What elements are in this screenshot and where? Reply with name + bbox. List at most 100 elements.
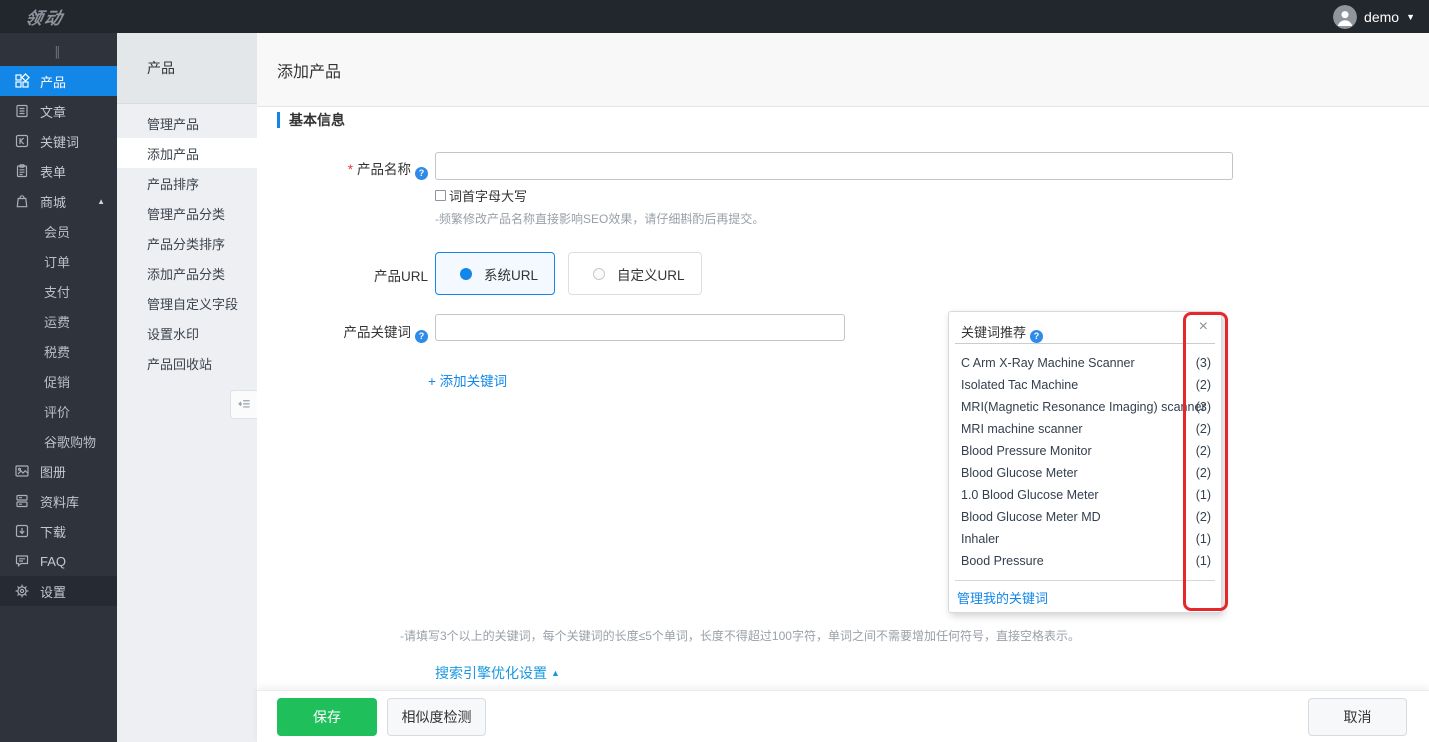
keyword-text: 1.0 Blood Glucose Meter: [961, 484, 1099, 506]
keyword-count: (1): [1196, 484, 1211, 506]
secondary-sidebar-header: 产品: [117, 33, 257, 104]
seo-settings-toggle[interactable]: 搜索引擎优化设置▲: [435, 663, 560, 683]
chevron-up-icon: ▲: [551, 668, 560, 678]
secondary-collapse-button[interactable]: [230, 390, 257, 419]
sidebar-item-shipping[interactable]: 运费: [0, 306, 117, 336]
submenu-item-manage-products[interactable]: 管理产品: [117, 108, 257, 138]
keyword-suggestion-row[interactable]: Blood Pressure Monitor(2): [949, 440, 1221, 462]
sidebar-item-label: 下载: [40, 522, 66, 541]
keyword-suggestion-row[interactable]: Blood Glucose Meter MD (2): [949, 506, 1221, 528]
user-menu[interactable]: demo ▼: [1333, 0, 1415, 33]
submenu-item-label: 产品分类排序: [147, 234, 225, 253]
keyword-suggestion-row[interactable]: C Arm X-Ray Machine Scanner(3): [949, 352, 1221, 374]
sidebar-item-label: 商城: [40, 192, 66, 211]
keyword-suggestion-row[interactable]: Inhaler(1): [949, 528, 1221, 550]
sidebar-menu: 产品文章关键词表单商城▲会员订单支付运费税费促销评价谷歌购物图册资料库下载 FAQ…: [0, 66, 117, 606]
submenu-item-manage-product-categories[interactable]: 管理产品分类: [117, 198, 257, 228]
sidebar-item-members[interactable]: 会员: [0, 216, 117, 246]
radio-selected-icon: [460, 268, 472, 280]
keyword-count: (2): [1196, 506, 1211, 528]
sidebar-item-settings[interactable]: 设置: [0, 576, 117, 606]
product-name-input[interactable]: [435, 152, 1233, 180]
top-bar: 领动 demo ▼: [0, 0, 1429, 33]
sidebar-item-label: 支付: [44, 282, 70, 301]
avatar-icon: [1333, 5, 1357, 29]
product-url-label: 产品URL: [240, 265, 428, 285]
sidebar-item-promotion[interactable]: 促销: [0, 366, 117, 396]
sidebar-item-payment[interactable]: 支付: [0, 276, 117, 306]
sidebar-item-articles[interactable]: 文章: [0, 96, 117, 126]
keyword-count: (2): [1196, 418, 1211, 440]
close-icon[interactable]: ×: [1199, 319, 1208, 335]
popup-divider: [955, 343, 1215, 344]
popup-title: 关键词推荐?: [961, 322, 1043, 343]
sidebar-item-label: 运费: [44, 312, 70, 331]
submenu-item-product-category-sort[interactable]: 产品分类排序: [117, 228, 257, 258]
capitalize-checkbox[interactable]: [435, 190, 446, 201]
sidebar-item-label: 产品: [40, 72, 66, 91]
sidebar-item-tax[interactable]: 税费: [0, 336, 117, 366]
sidebar-item-keywords[interactable]: 关键词: [0, 126, 117, 156]
sidebar-item-label: 谷歌购物: [44, 432, 96, 451]
sidebar-item-label: 图册: [40, 462, 66, 481]
keyword-suggestion-row[interactable]: MRI machine scanner (2): [949, 418, 1221, 440]
settings-icon: [14, 583, 30, 599]
system-url-option[interactable]: 系统URL: [435, 252, 555, 295]
keyword-suggestion-row[interactable]: 1.0 Blood Glucose Meter (1): [949, 484, 1221, 506]
add-keyword-link[interactable]: + 添加关键词: [428, 370, 507, 390]
submenu-item-label: 添加产品: [147, 144, 199, 163]
library-icon: [14, 493, 30, 509]
submenu-item-label: 添加产品分类: [147, 264, 225, 283]
sidebar-item-label: 表单: [40, 162, 66, 181]
sidebar-item-reviews[interactable]: 评价: [0, 396, 117, 426]
popup-divider: [955, 580, 1215, 581]
chevron-down-icon: ▼: [1406, 12, 1415, 22]
submenu-item-label: 产品排序: [147, 174, 199, 193]
sidebar-item-products[interactable]: 产品: [0, 66, 117, 96]
submenu-item-watermark[interactable]: 设置水印: [117, 318, 257, 348]
sidebar-item-label: 评价: [44, 402, 70, 421]
custom-url-option[interactable]: 自定义URL: [568, 252, 702, 295]
keyword-text: Blood Glucose Meter: [961, 462, 1078, 484]
keyword-suggestion-list: C Arm X-Ray Machine Scanner(3)Isolated T…: [949, 352, 1221, 572]
sidebar-item-mall[interactable]: 商城▲: [0, 186, 117, 216]
sidebar-collapse-handle[interactable]: ∥: [0, 38, 117, 66]
sidebar-item-faq[interactable]: FAQ: [0, 546, 117, 576]
keyword-suggestion-row[interactable]: Isolated Tac Machine(2): [949, 374, 1221, 396]
help-icon[interactable]: ?: [1030, 330, 1043, 343]
sidebar-item-label: 关键词: [40, 132, 79, 151]
keyword-text: C Arm X-Ray Machine Scanner: [961, 352, 1135, 374]
keyword-text: Blood Glucose Meter MD: [961, 506, 1101, 528]
submenu-item-label: 设置水印: [147, 324, 199, 343]
keyword-count: (3): [1196, 396, 1211, 418]
manage-keywords-link[interactable]: 管理我的关键词: [957, 588, 1048, 607]
submenu-item-recycle-bin[interactable]: 产品回收站: [117, 348, 257, 378]
keyword-suggestion-row[interactable]: Bood Pressure(1): [949, 550, 1221, 572]
main-content: 添加产品 基本信息 *产品名称? 词首字母大写 -频繁修改产品名称直接影响SEO…: [257, 33, 1429, 742]
save-button[interactable]: 保存: [277, 698, 377, 736]
product-keyword-label: 产品关键词?: [240, 321, 428, 343]
sidebar-item-label: 促销: [44, 372, 70, 391]
help-icon[interactable]: ?: [415, 330, 428, 343]
sidebar-item-google-shopping[interactable]: 谷歌购物: [0, 426, 117, 456]
cancel-button[interactable]: 取消: [1308, 698, 1407, 736]
help-icon[interactable]: ?: [415, 167, 428, 180]
submenu-item-product-sort[interactable]: 产品排序: [117, 168, 257, 198]
submenu-item-add-product[interactable]: 添加产品: [117, 138, 257, 168]
keyword-suggestion-row[interactable]: Blood Glucose Meter(2): [949, 462, 1221, 484]
submenu-item-label: 管理自定义字段: [147, 294, 238, 313]
sidebar-item-library[interactable]: 资料库: [0, 486, 117, 516]
outdent-icon: [237, 397, 252, 412]
sidebar-item-label: 设置: [40, 582, 66, 601]
sidebar-item-orders[interactable]: 订单: [0, 246, 117, 276]
submenu-item-add-product-category[interactable]: 添加产品分类: [117, 258, 257, 288]
sidebar-item-gallery[interactable]: 图册: [0, 456, 117, 486]
sidebar-item-download[interactable]: 下载: [0, 516, 117, 546]
keyword-text: MRI machine scanner: [961, 418, 1083, 440]
keyword-text: Bood Pressure: [961, 550, 1044, 572]
sidebar-item-forms[interactable]: 表单: [0, 156, 117, 186]
product-keyword-input[interactable]: [435, 314, 845, 341]
submenu-item-custom-fields[interactable]: 管理自定义字段: [117, 288, 257, 318]
keyword-suggestion-row[interactable]: MRI(Magnetic Resonance Imaging) scanner(…: [949, 396, 1221, 418]
similarity-check-button[interactable]: 相似度检测: [387, 698, 486, 736]
